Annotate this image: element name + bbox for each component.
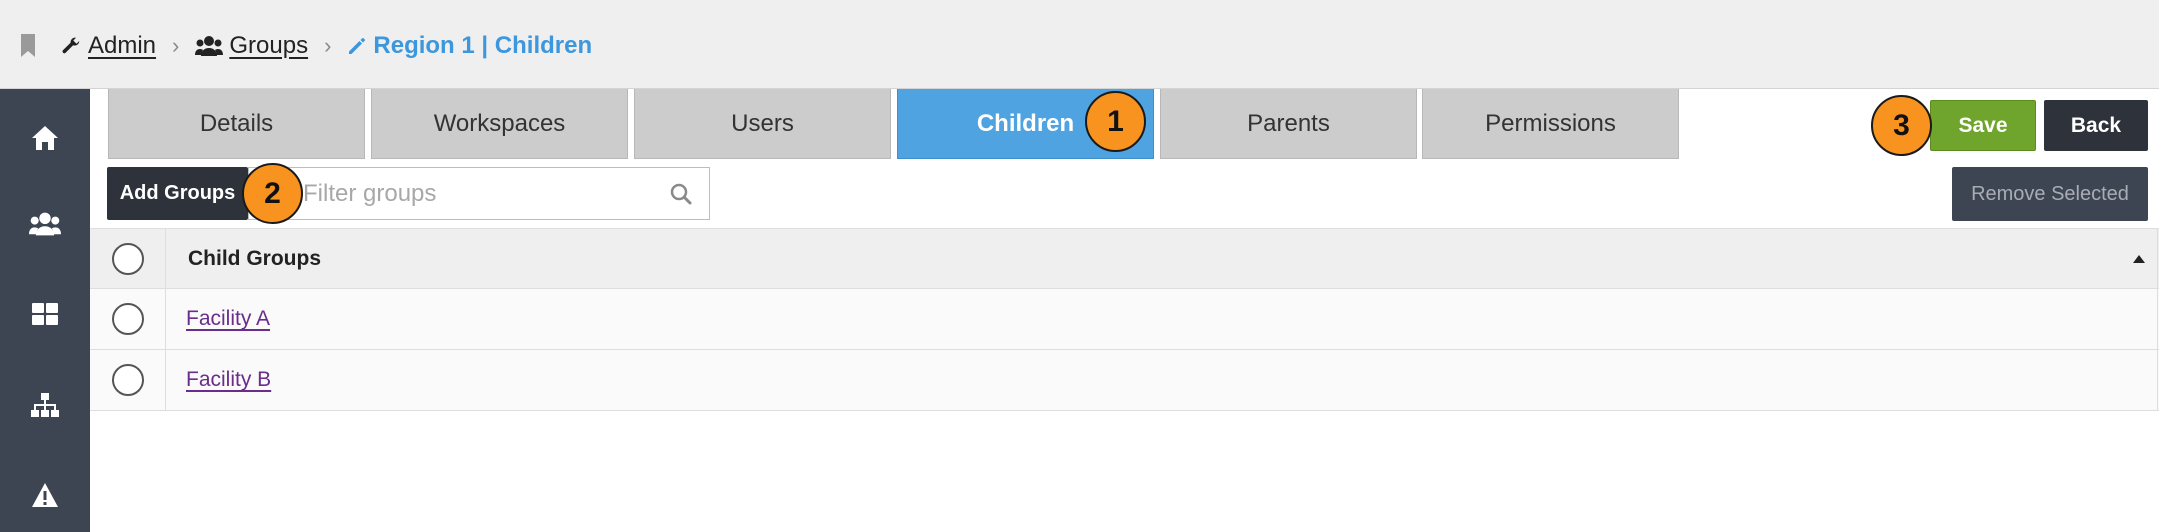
- table-row: Facility A: [90, 289, 2159, 350]
- child-groups-table: Child Groups Facility A Facility B: [90, 228, 2159, 411]
- breadcrumb-item-current: Region 1 | Children: [347, 32, 592, 60]
- users-icon: [195, 36, 224, 56]
- top-bar: Admin › Groups › Region 1 | Children: [0, 0, 2159, 89]
- table-header-row: Child Groups: [90, 228, 2159, 289]
- wrench-icon: [62, 37, 80, 54]
- pencil-icon: [349, 38, 366, 54]
- breadcrumb-label: Admin: [88, 32, 157, 59]
- sort-ascending-icon[interactable]: [2133, 255, 2145, 263]
- tab-details[interactable]: Details: [108, 89, 365, 159]
- save-button[interactable]: Save: [1930, 100, 2036, 151]
- table-border: [2157, 228, 2158, 411]
- home-icon[interactable]: [27, 120, 63, 156]
- users-icon[interactable]: [27, 206, 63, 242]
- bookmark-icon[interactable]: [20, 34, 36, 58]
- breadcrumb-separator: ›: [172, 33, 180, 58]
- sidebar: [0, 89, 90, 532]
- tab-workspaces[interactable]: Workspaces: [371, 89, 628, 159]
- grid-icon[interactable]: [27, 296, 63, 332]
- tab-parents[interactable]: Parents: [1160, 89, 1417, 159]
- column-header-child-groups[interactable]: Child Groups: [188, 229, 321, 288]
- back-button[interactable]: Back: [2044, 100, 2148, 151]
- breadcrumb-label: Groups: [229, 32, 309, 59]
- callout-marker-2: 2: [242, 163, 303, 224]
- breadcrumb: Admin › Groups › Region 1 | Children: [20, 26, 592, 66]
- search-icon[interactable]: [669, 182, 693, 206]
- table-row: Facility B: [90, 350, 2159, 411]
- tab-users[interactable]: Users: [634, 89, 891, 159]
- remove-selected-button[interactable]: Remove Selected: [1952, 167, 2148, 221]
- select-all-checkbox[interactable]: [111, 242, 144, 275]
- sitemap-icon[interactable]: [27, 388, 63, 424]
- group-link[interactable]: Facility B: [186, 368, 271, 392]
- breadcrumb-separator: ›: [324, 33, 332, 58]
- breadcrumb-item-admin[interactable]: Admin: [60, 32, 156, 60]
- filter-groups-input[interactable]: [303, 168, 643, 219]
- callout-marker-3: 3: [1871, 95, 1932, 156]
- breadcrumb-item-groups[interactable]: Groups: [195, 32, 308, 60]
- row-select-checkbox[interactable]: [111, 303, 144, 335]
- row-select-checkbox[interactable]: [111, 364, 144, 396]
- breadcrumb-label: Region 1 | Children: [373, 32, 593, 59]
- add-groups-button[interactable]: Add Groups: [107, 167, 248, 220]
- warning-icon[interactable]: [27, 477, 63, 513]
- callout-marker-1: 1: [1085, 91, 1146, 152]
- tab-permissions[interactable]: Permissions: [1422, 89, 1679, 159]
- filter-field: [248, 167, 710, 220]
- group-link[interactable]: Facility A: [186, 307, 270, 331]
